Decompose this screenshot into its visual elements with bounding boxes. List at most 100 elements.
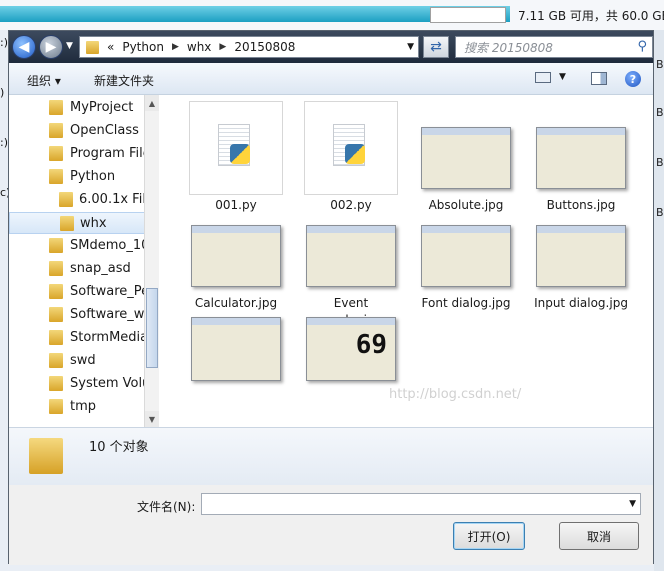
sidebar-item[interactable]: StormMedia <box>9 327 149 349</box>
breadcrumb-overflow[interactable]: « <box>107 40 114 54</box>
thumbnail-titlebar <box>537 226 625 233</box>
breadcrumb-whx[interactable]: whx <box>187 40 212 54</box>
sidebar-item[interactable]: Software_Per <box>9 281 155 303</box>
file-item[interactable]: Event sender.jpg <box>294 199 408 327</box>
search-icon[interactable]: ⚲ <box>637 39 647 54</box>
forward-button[interactable]: ▶ <box>39 35 63 59</box>
background-left-char: ) <box>0 86 5 99</box>
address-bar[interactable]: « Python ▶ whx ▶ 20150808 ▼ <box>79 36 419 58</box>
background-letter: B <box>656 206 664 219</box>
sidebar-item-label: StormMedia <box>70 330 149 345</box>
navigation-scrollbar[interactable]: ▲ ▼ <box>144 95 159 427</box>
file-item[interactable]: 001.py <box>179 101 293 212</box>
sidebar-item-label: System Volur <box>70 376 156 391</box>
sidebar-item-label: swd <box>70 353 96 368</box>
filename-input[interactable]: ▼ <box>201 493 641 515</box>
background-capacity-text: 7.11 GB 可用，共 60.0 GB <box>518 9 664 23</box>
sidebar-item[interactable]: System Volur <box>9 373 156 395</box>
file-item[interactable]: 69 <box>294 297 408 393</box>
preview-pane-icon[interactable] <box>591 72 607 85</box>
sidebar-item-label: OpenClass <box>70 123 139 138</box>
sidebar-item[interactable]: snap_asd <box>9 258 145 280</box>
lcd-number: 69 <box>355 330 387 360</box>
folder-icon <box>49 330 63 345</box>
sidebar-item[interactable]: swd <box>9 350 145 372</box>
background-letter: B <box>656 156 664 169</box>
navigation-pane: MyProject OpenClass Program File Python 6.00… <box>9 95 159 427</box>
python-logo-icon <box>345 144 365 164</box>
breadcrumb-20150808[interactable]: 20150808 <box>234 40 295 54</box>
search-input[interactable]: 搜索 20150808 ⚲ <box>455 36 653 58</box>
folder-icon <box>49 261 63 276</box>
file-item[interactable]: Calculator.jpg <box>179 199 293 310</box>
sidebar-item-label: Program File <box>70 146 151 161</box>
folder-icon <box>60 216 74 231</box>
sidebar-item-label: 6.00.1x File <box>79 192 154 207</box>
change-view-icon[interactable] <box>535 72 551 83</box>
open-file-dialog: ◀ ▶ ▼ « Python ▶ whx ▶ 20150808 ▼ ⇄ 搜索 2… <box>8 30 654 565</box>
organize-menu-button[interactable]: 组织 ▾ <box>27 72 61 89</box>
refresh-button[interactable]: ⇄ <box>423 36 449 58</box>
scroll-down-icon[interactable]: ▼ <box>145 411 159 427</box>
sidebar-item[interactable]: Software_wo <box>9 304 152 326</box>
image-thumbnail <box>421 127 511 189</box>
sidebar-item[interactable]: OpenClass <box>9 120 145 142</box>
back-button[interactable]: ◀ <box>12 35 36 59</box>
folder-icon <box>49 399 63 414</box>
dialog-footer: 文件名(N): ▼ 打开(O) 取消 <box>9 485 653 565</box>
background-window-right: B B B B <box>654 30 664 571</box>
sidebar-item-label: Software_Per <box>70 284 155 299</box>
file-item[interactable]: Absolute.jpg <box>409 101 523 212</box>
breadcrumb-separator-icon[interactable]: ▶ <box>172 42 179 52</box>
file-list: 001.py 002.py Absolute.jpg Buttons.jpg Calcu… <box>159 95 639 427</box>
sidebar-item-label: MyProject <box>70 100 134 115</box>
details-pane: 10 个对象 <box>9 427 653 485</box>
image-thumbnail <box>191 317 281 381</box>
scroll-up-icon[interactable]: ▲ <box>145 95 159 111</box>
chevron-down-icon[interactable]: ▼ <box>559 72 566 82</box>
search-placeholder: 搜索 20150808 <box>464 40 553 55</box>
file-item[interactable]: 002.py <box>294 101 408 212</box>
folder-icon <box>49 169 63 184</box>
thumbnail-titlebar <box>192 318 280 325</box>
filename-label: 文件名(N): <box>137 500 196 514</box>
new-folder-button[interactable]: 新建文件夹 <box>94 72 154 89</box>
sidebar-item-label: tmp <box>70 399 97 414</box>
python-file-icon <box>189 101 283 195</box>
sidebar-item[interactable]: 6.00.1x File <box>9 189 154 211</box>
open-button[interactable]: 打开(O) <box>453 522 525 550</box>
sidebar-item[interactable]: SMdemo_10 <box>9 235 149 257</box>
sidebar-item[interactable]: MyProject <box>9 97 145 119</box>
background-letter: B <box>656 58 664 71</box>
folder-icon <box>59 192 73 207</box>
folder-icon <box>49 353 63 368</box>
chevron-down-icon[interactable]: ▼ <box>407 42 414 52</box>
breadcrumb-separator-icon[interactable]: ▶ <box>219 42 226 52</box>
sidebar-item[interactable]: Program File <box>9 143 151 165</box>
file-item[interactable] <box>179 297 293 393</box>
breadcrumb-python[interactable]: Python <box>122 40 164 54</box>
background-left-char: :) <box>0 136 8 149</box>
sidebar-item[interactable]: whx <box>9 212 145 234</box>
sidebar-item[interactable]: tmp <box>9 396 145 418</box>
file-item[interactable]: Buttons.jpg <box>524 101 638 212</box>
folder-icon <box>49 307 63 322</box>
command-toolbar: 组织 ▾ 新建文件夹 ▼ ? <box>9 63 653 95</box>
folder-icon <box>49 376 63 391</box>
history-dropdown-icon[interactable]: ▼ <box>66 41 73 51</box>
file-item[interactable]: Input dialog.jpg <box>524 199 638 310</box>
background-letter: B <box>656 106 664 119</box>
scrollbar-thumb[interactable] <box>146 288 158 368</box>
file-item[interactable]: Font dialog.jpg <box>409 199 523 310</box>
folder-icon <box>49 100 63 115</box>
sidebar-item[interactable]: Python <box>9 166 145 188</box>
help-button[interactable]: ? <box>625 71 641 87</box>
arrow-left-icon: ◀ <box>18 39 30 55</box>
chevron-down-icon[interactable]: ▼ <box>629 499 636 509</box>
thumbnail-titlebar <box>422 128 510 135</box>
python-logo-icon <box>230 144 250 164</box>
cancel-button[interactable]: 取消 <box>559 522 639 550</box>
folder-icon <box>49 146 63 161</box>
file-name: Font dialog.jpg <box>421 296 511 310</box>
thumbnail-titlebar <box>192 226 280 233</box>
